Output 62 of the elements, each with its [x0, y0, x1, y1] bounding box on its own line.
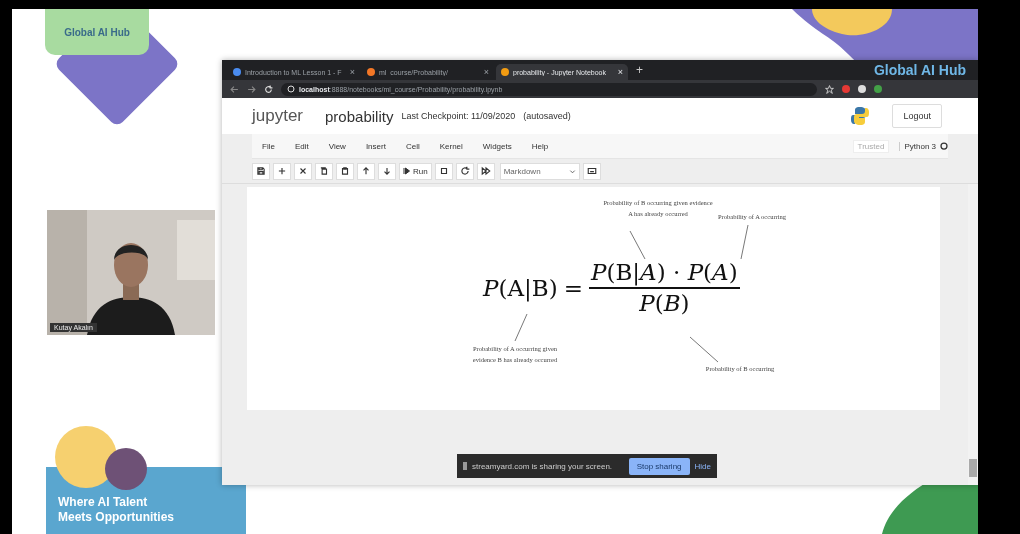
checkpoint-text: Last Checkpoint: 11/09/2020: [401, 111, 516, 121]
leader-line: [740, 224, 749, 260]
toolbar-button[interactable]: [336, 162, 354, 180]
toolbar-button[interactable]: [315, 162, 333, 180]
star-icon[interactable]: [825, 84, 834, 94]
jupyter-logo[interactable]: jupyter: [252, 106, 304, 126]
arrow-up-icon: [361, 166, 371, 176]
snake-logo-icon: [850, 106, 871, 126]
run-icon: [403, 167, 411, 175]
caret-icon: [568, 167, 576, 175]
plus-icon: [277, 166, 287, 176]
menu-item[interactable]: Edit: [284, 141, 319, 151]
leader-line: [629, 230, 646, 260]
copy-icon: [319, 166, 329, 176]
keyboard-icon: [586, 166, 597, 176]
logo-text: Global AI Hub: [64, 26, 130, 38]
toolbar-button[interactable]: [294, 162, 312, 180]
back-icon[interactable]: [230, 84, 239, 94]
menu-item[interactable]: Help: [521, 141, 559, 151]
menu-item[interactable]: File: [252, 141, 285, 151]
tagline: Where AI Talent Meets Opportunities: [58, 495, 175, 525]
leader-line: [514, 313, 528, 342]
drag-handle-icon[interactable]: [463, 462, 467, 470]
fraction-numerator: P(B|A) · P(A): [589, 259, 740, 289]
menu-item[interactable]: Widgets: [472, 141, 522, 151]
menu-item[interactable]: Insert: [355, 141, 396, 151]
logout-button[interactable]: Logout: [892, 104, 942, 128]
share-message: streamyard.com is sharing your screen.: [472, 461, 613, 471]
run-button[interactable]: Run: [399, 162, 432, 180]
stop-sharing-button[interactable]: Stop sharing: [628, 457, 690, 475]
autosave-status: (autosaved): [523, 111, 571, 121]
restart-icon: [459, 166, 470, 176]
fast-forward-icon: [480, 166, 491, 176]
notebook-title[interactable]: probability: [325, 107, 394, 125]
paste-icon: [340, 166, 350, 176]
arrow-down-icon: [382, 166, 392, 176]
menu-item[interactable]: Cell: [395, 141, 430, 151]
kernel-name: Python 3: [899, 141, 936, 151]
toolbar-button[interactable]: [252, 162, 270, 180]
new-tab-button[interactable]: +: [630, 63, 649, 77]
toolbar-button[interactable]: [582, 162, 601, 180]
menu-item[interactable]: Kernel: [429, 141, 473, 151]
reload-icon[interactable]: [264, 84, 273, 94]
toolbar-button[interactable]: [434, 162, 453, 180]
hide-link[interactable]: Hide: [694, 461, 711, 471]
menu-item[interactable]: View: [318, 141, 356, 151]
leader-line: [689, 336, 719, 363]
info-icon: [287, 85, 295, 93]
notebook-cell[interactable]: [247, 187, 940, 410]
toolbar-button[interactable]: [476, 162, 495, 180]
toolbar-button[interactable]: [455, 162, 474, 180]
kernel-status-icon: [940, 142, 948, 150]
brand-logo: Global AI Hub: [873, 62, 966, 78]
scrollbar-thumb[interactable]: [969, 459, 977, 477]
stop-icon: [438, 166, 449, 176]
cell-type-dropdown[interactable]: Markdown: [499, 162, 580, 180]
cut-icon: [298, 166, 308, 176]
forward-icon[interactable]: [247, 84, 256, 94]
formula-term: P(A|B): [483, 274, 558, 301]
save-icon: [256, 166, 266, 176]
fraction-denominator: P(B): [639, 289, 690, 316]
equals-sign: =: [563, 274, 583, 301]
